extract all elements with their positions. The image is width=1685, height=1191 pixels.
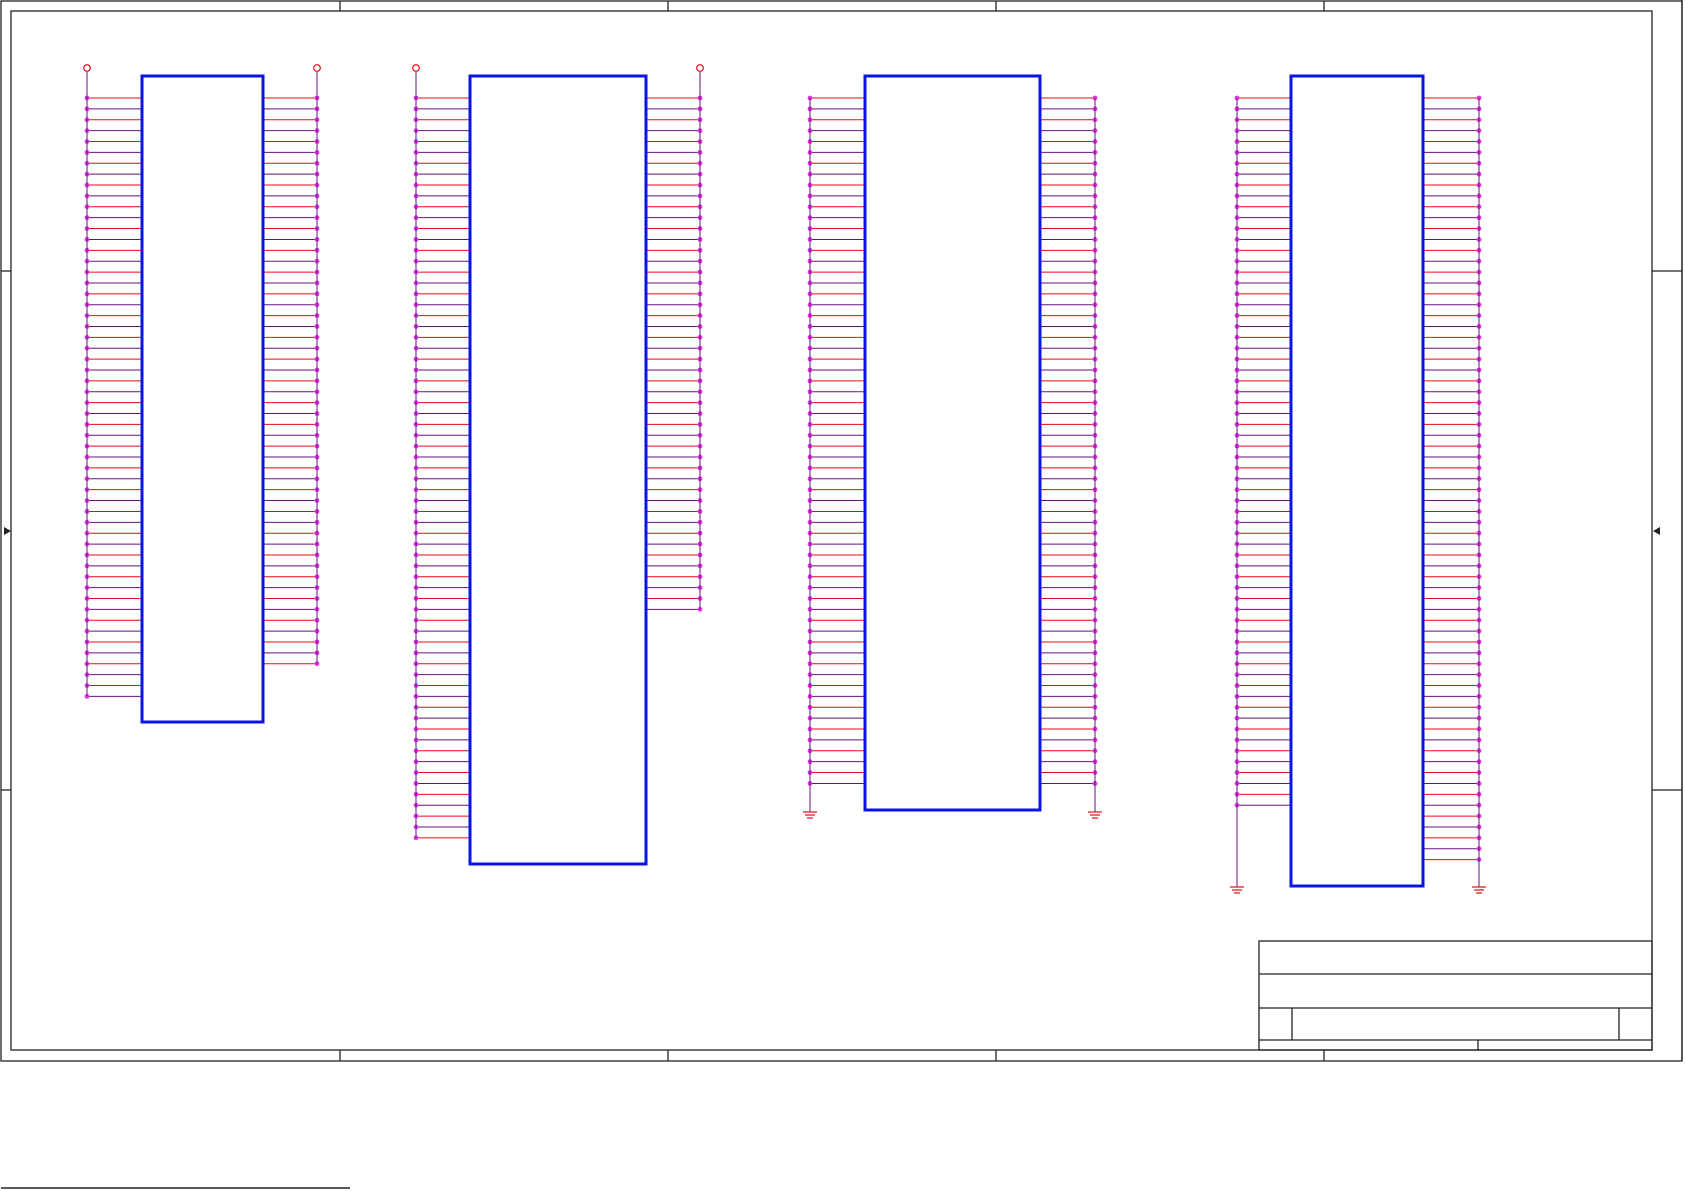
inner-border: [10, 10, 1653, 1051]
power-port-icon: [412, 64, 420, 72]
title-block: [1258, 940, 1653, 1051]
power-port-icon: [696, 64, 704, 72]
component-outline: [1289, 74, 1425, 888]
component-outline: [863, 74, 1042, 812]
power-port-icon: [83, 64, 91, 72]
power-port-icon: [313, 64, 321, 72]
components-layer: [83, 64, 1486, 894]
title-block-frame: [1258, 940, 1653, 1051]
arrow-right-icon: [4, 527, 11, 535]
component-outline: [468, 74, 648, 866]
sheet-frame: [0, 0, 1683, 1189]
schematic-canvas: [0, 0, 1683, 1189]
component-outline: [140, 74, 265, 724]
outer-border: [0, 0, 1683, 1062]
arrow-left-icon: [1653, 527, 1660, 535]
sheet-arrows: [4, 527, 1660, 535]
